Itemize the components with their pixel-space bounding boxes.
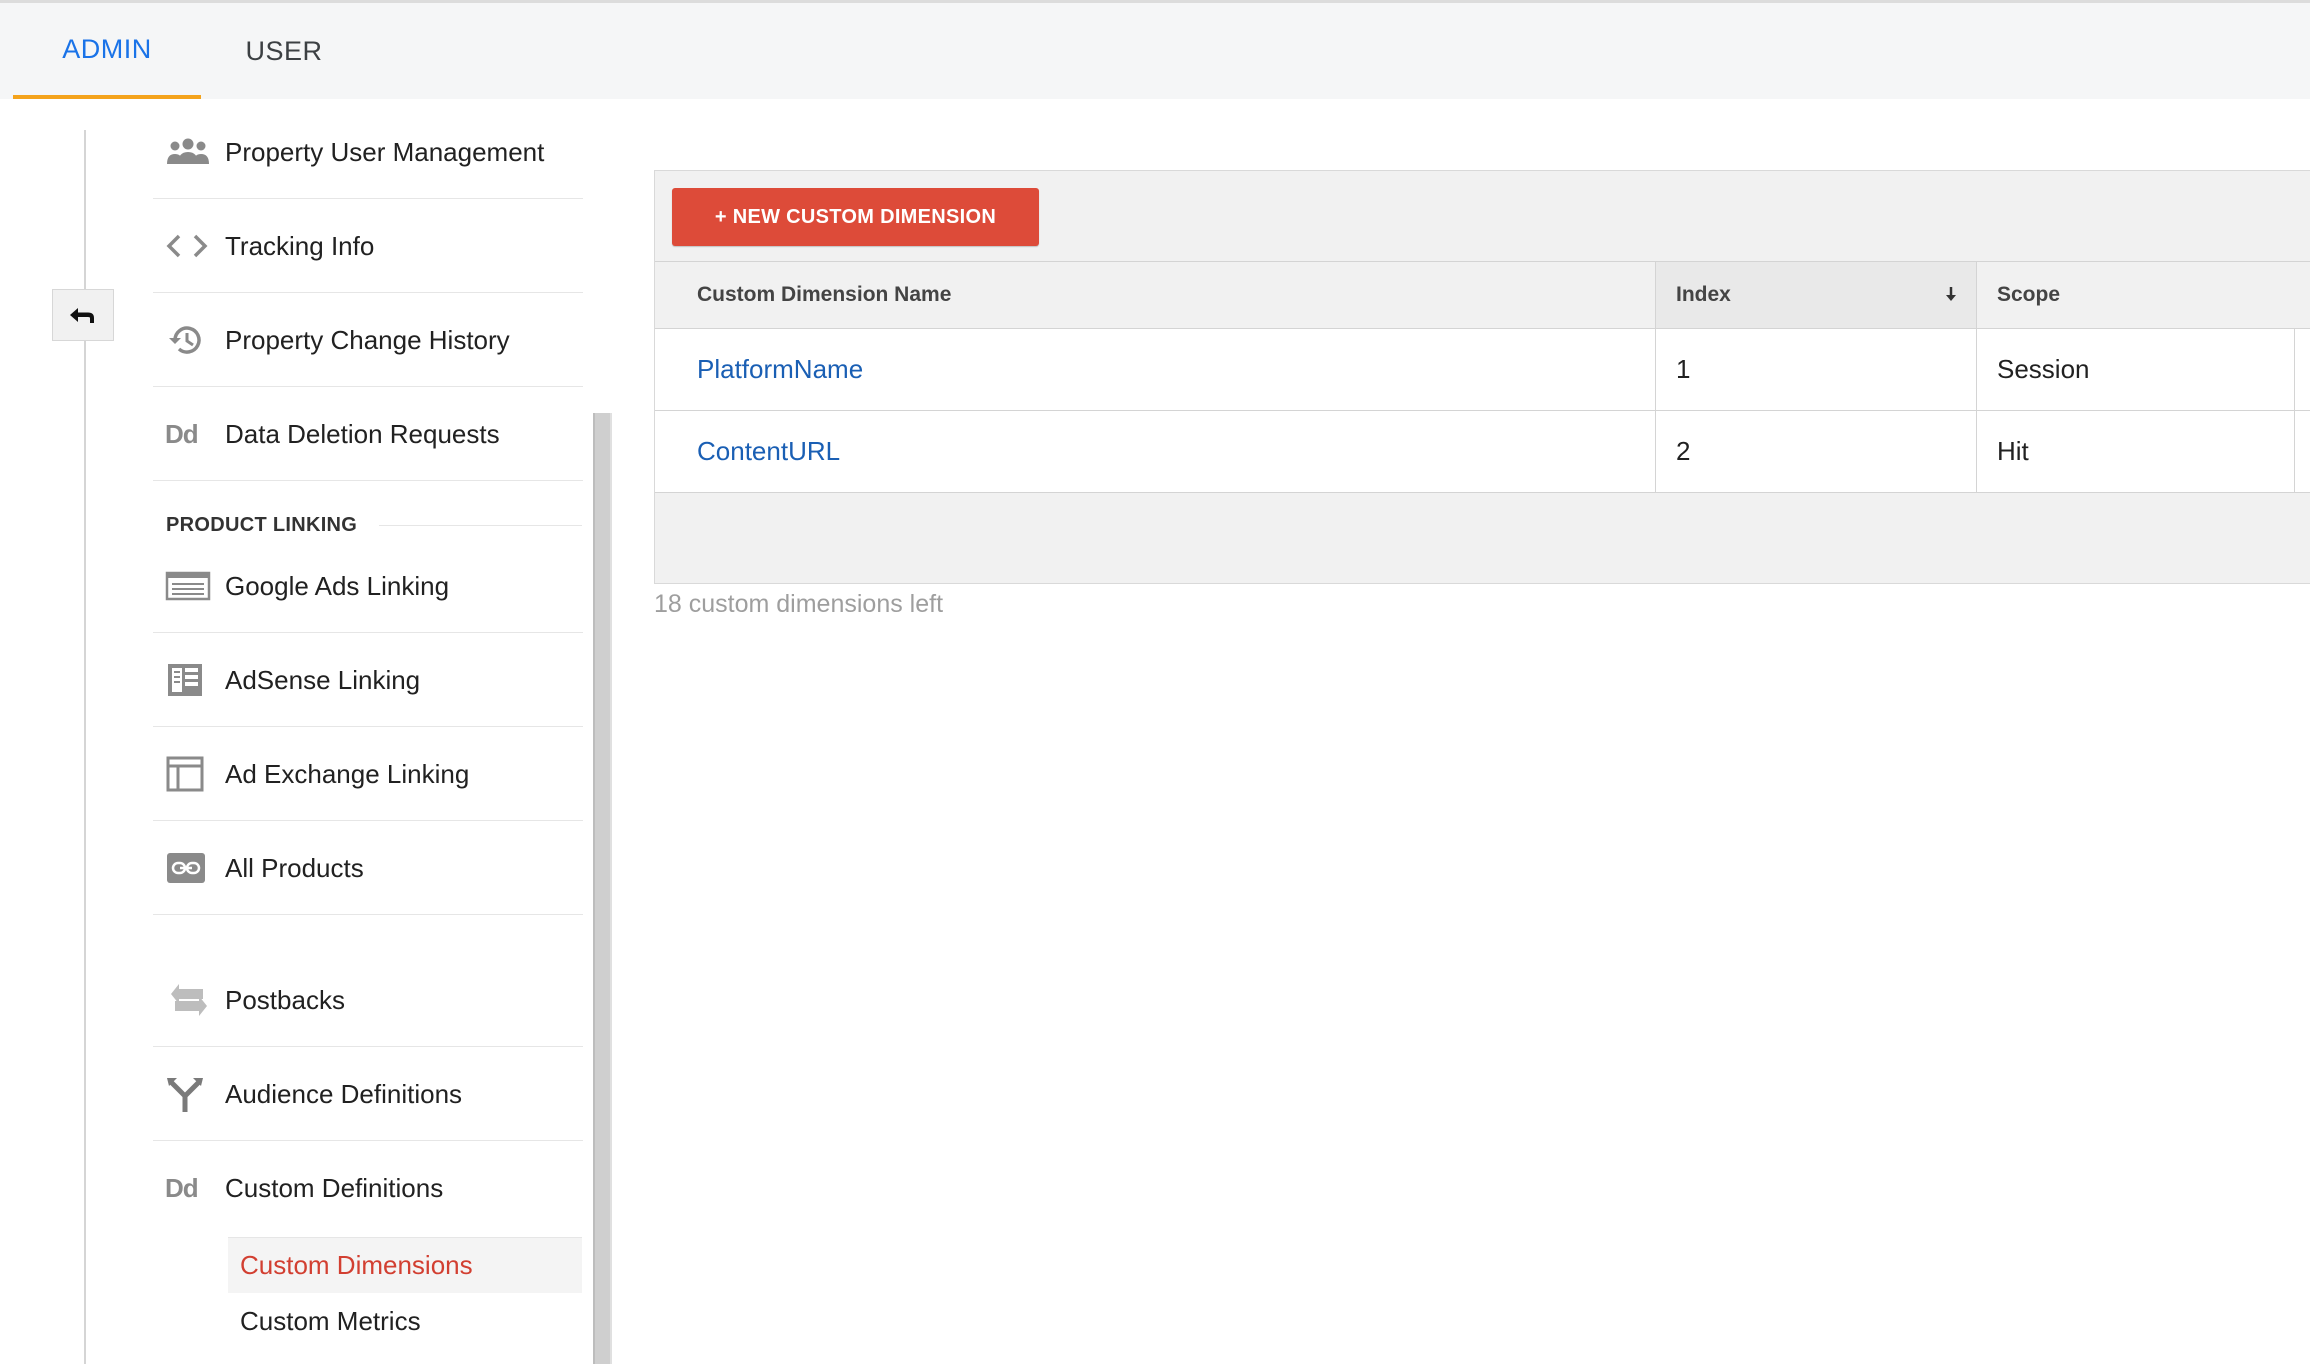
audience-icon: [165, 1074, 217, 1114]
column-header-name[interactable]: Custom Dimension Name: [655, 262, 1655, 328]
sidebar-item-label: Ad Exchange Linking: [225, 758, 470, 789]
sidebar-scrollbar[interactable]: [593, 413, 612, 1364]
sidebar-item-data-deletion-requests[interactable]: Dd Data Deletion Requests: [153, 388, 583, 481]
sidebar-item-custom-definitions[interactable]: Dd Custom Definitions: [153, 1142, 583, 1235]
cell-name: PlatformName: [655, 329, 1655, 410]
sidebar-subitem-custom-dimensions[interactable]: Custom Dimensions: [228, 1237, 582, 1293]
sidebar-item-adsense-linking[interactable]: AdSense Linking: [153, 634, 583, 727]
sidebar-item-google-ads-linking[interactable]: Google Ads Linking: [153, 540, 583, 633]
cell-index: 1: [1655, 329, 1977, 410]
sidebar-item-label: Google Ads Linking: [225, 570, 450, 601]
sidebar-item-label: Property User Management: [225, 136, 545, 167]
sidebar-item-label: Audience Definitions: [225, 1078, 463, 1109]
section-title: PRODUCT LINKING: [166, 513, 358, 536]
sidebar-item-label: Custom Definitions: [225, 1173, 444, 1203]
custom-dimensions-table: Custom Dimension Name Index Scope Platfo…: [655, 261, 2310, 493]
cell-scope: Hit: [1977, 411, 2295, 492]
sidebar-subitem-label: Custom Metrics: [240, 1305, 421, 1336]
column-header-scope[interactable]: Scope: [1977, 262, 2310, 328]
sidebar-item-property-user-management[interactable]: Property User Management: [153, 106, 583, 199]
top-tab-bar: ADMIN USER: [0, 0, 2310, 99]
dd-icon: Dd: [165, 414, 217, 454]
sidebar-item-property-change-history[interactable]: Property Change History: [153, 294, 583, 387]
sidebar-item-label: All Products: [225, 852, 364, 883]
ads-icon: [165, 566, 217, 606]
sidebar-item-label: Data Deletion Requests: [225, 418, 500, 449]
table-row: ContentURL 2 Hit: [655, 411, 2310, 493]
tab-user[interactable]: USER: [232, 3, 336, 99]
dd-icon-text: Dd: [165, 418, 199, 449]
dimension-link[interactable]: PlatformName: [697, 354, 863, 385]
dimension-link[interactable]: ContentURL: [697, 436, 840, 467]
dd-icon-text: Dd: [165, 1173, 199, 1203]
sidebar-item-audience-definitions[interactable]: Audience Definitions: [153, 1048, 583, 1141]
table-header: Custom Dimension Name Index Scope: [655, 261, 2310, 329]
sidebar-item-postbacks[interactable]: Postbacks: [153, 954, 583, 1047]
sort-down-icon: [1946, 287, 1956, 301]
dd-icon: Dd: [165, 1169, 217, 1209]
tab-admin[interactable]: ADMIN: [13, 3, 201, 99]
new-custom-dimension-button[interactable]: + NEW CUSTOM DIMENSION: [672, 188, 1039, 246]
cell-scope: Session: [1977, 329, 2295, 410]
column-header-index[interactable]: Index: [1655, 262, 1977, 328]
sidebar-subitem-label: Custom Dimensions: [240, 1250, 473, 1280]
section-rule: [379, 524, 582, 526]
cell-index: 2: [1655, 411, 1977, 492]
sidebar-item-all-products[interactable]: All Products: [153, 822, 583, 915]
back-arrow-icon: [70, 308, 94, 323]
section-heading-product-linking: PRODUCT LINKING: [166, 508, 582, 542]
table-row: PlatformName 1 Session: [655, 329, 2310, 411]
sidebar-subitem-custom-metrics[interactable]: Custom Metrics: [228, 1293, 582, 1349]
dimensions-remaining-text: 18 custom dimensions left: [654, 590, 944, 618]
postbacks-icon: [165, 980, 217, 1020]
sidebar-item-label: Tracking Info: [225, 230, 375, 261]
cell-name: ContentURL: [655, 411, 1655, 492]
code-icon: [165, 226, 217, 266]
sidebar-item-label: AdSense Linking: [225, 664, 421, 695]
sidebar-item-tracking-info[interactable]: Tracking Info: [153, 200, 583, 293]
adexchange-icon: [165, 754, 217, 794]
adsense-icon: [165, 660, 217, 700]
back-button[interactable]: [52, 289, 114, 341]
sidebar-item-ad-exchange-linking[interactable]: Ad Exchange Linking: [153, 728, 583, 821]
sidebar-item-label: Postbacks: [225, 984, 345, 1015]
sidebar-item-label: Property Change History: [225, 324, 510, 355]
column-header-index-label: Index: [1676, 283, 1731, 306]
history-icon: [165, 320, 217, 360]
link-icon: [165, 848, 217, 888]
users-icon: [165, 132, 217, 172]
